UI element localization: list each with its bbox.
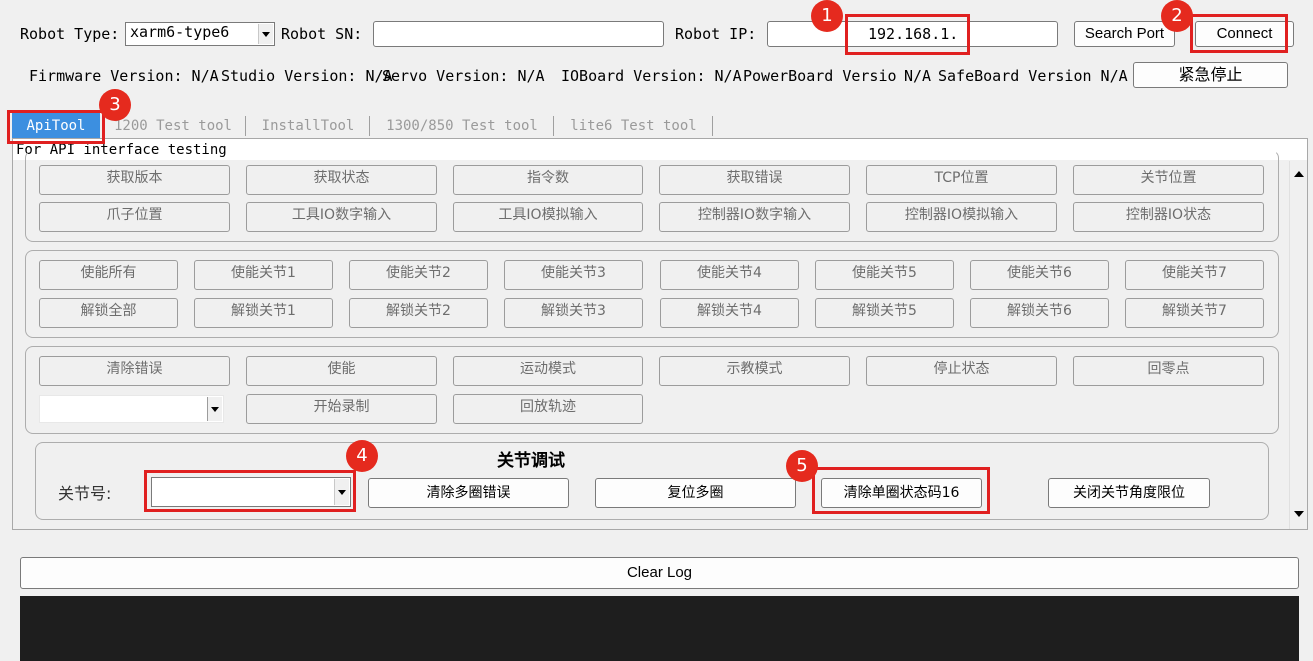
powerboard-version-value: N/A [904,67,932,85]
robot-sn-input[interactable] [373,21,664,47]
search-port-button[interactable]: Search Port [1074,21,1175,47]
gripper-position-button[interactable]: 爪子位置 [39,202,230,232]
enable-joint7-button[interactable]: 使能关节7 [1125,260,1264,290]
ioboard-version: IOBoard Version: N/A [561,67,742,85]
tab-1200-test-tool[interactable]: 1200 Test tool [104,116,242,137]
clear-multi-turn-error-button[interactable]: 清除多圈错误 [368,478,569,508]
controller-io-analog-input-button[interactable]: 控制器IO模拟输入 [866,202,1057,232]
go-home-button[interactable]: 回零点 [1073,356,1264,386]
studio-version: Studio Version: N/A [221,67,393,85]
tcp-position-button[interactable]: TCP位置 [866,165,1057,195]
highlight-box-apitool [7,110,105,144]
firmware-version: Firmware Version: N/A [29,67,219,85]
tab-1300-850-test-tool[interactable]: 1300/850 Test tool [374,116,550,137]
joint-debug-title: 关节调试 [497,451,565,471]
tab-separator [245,116,246,136]
cmd-count-button[interactable]: 指令数 [453,165,643,195]
tab-install-tool[interactable]: InstallTool [250,116,366,137]
unlock-joint7-button[interactable]: 解锁关节7 [1125,298,1264,328]
tool-io-digital-input-button[interactable]: 工具IO数字输入 [246,202,437,232]
unlock-joint1-button[interactable]: 解锁关节1 [194,298,333,328]
highlight-box-joint-select [144,470,356,512]
highlight-box-connect [1190,14,1288,53]
unlock-joint6-button[interactable]: 解锁关节6 [970,298,1109,328]
enable-joint2-button[interactable]: 使能关节2 [349,260,488,290]
enable-joint3-button[interactable]: 使能关节3 [504,260,643,290]
unlock-all-button[interactable]: 解锁全部 [39,298,178,328]
highlight-box-clear-status [812,467,990,514]
step-badge-2: 2 [1161,0,1193,32]
robot-type-select[interactable]: xarm6-type6 [125,22,275,46]
robot-sn-label: Robot SN: [281,25,363,43]
unlock-joint3-button[interactable]: 解锁关节3 [504,298,643,328]
step-badge-5: 5 [786,450,818,482]
enable-joint1-button[interactable]: 使能关节1 [194,260,333,290]
step-badge-4: 4 [346,440,378,472]
tab-separator [712,116,713,136]
controller-io-state-button[interactable]: 控制器IO状态 [1073,202,1264,232]
enable-joint6-button[interactable]: 使能关节6 [970,260,1109,290]
enable-button[interactable]: 使能 [246,356,437,386]
chevron-down-icon[interactable] [258,24,273,44]
get-state-button[interactable]: 获取状态 [246,165,437,195]
highlight-box-ip [845,14,970,55]
unlock-joint4-button[interactable]: 解锁关节4 [660,298,799,328]
emergency-stop-button[interactable]: 紧急停止 [1133,62,1288,88]
step-badge-1: 1 [811,0,843,32]
get-error-button[interactable]: 获取错误 [659,165,850,195]
chevron-down-icon[interactable] [207,397,222,421]
safeboard-version: SafeBoard Version N/A [938,67,1128,85]
robot-type-label: Robot Type: [20,25,120,43]
powerboard-version: PowerBoard Versio [743,67,897,85]
controller-io-digital-input-button[interactable]: 控制器IO数字输入 [659,202,850,232]
start-recording-button[interactable]: 开始录制 [246,394,437,424]
vertical-scrollbar[interactable] [1289,161,1307,529]
teach-mode-button[interactable]: 示教模式 [659,356,850,386]
scroll-down-arrow-icon[interactable] [1294,511,1304,517]
clear-error-button[interactable]: 清除错误 [39,356,230,386]
tab-lite6-test-tool[interactable]: lite6 Test tool [558,116,709,137]
get-version-button[interactable]: 获取版本 [39,165,230,195]
motion-mode-button[interactable]: 运动模式 [453,356,643,386]
log-output[interactable] [20,596,1299,661]
replay-trajectory-button[interactable]: 回放轨迹 [453,394,643,424]
tab-separator [553,116,554,136]
reset-multi-turn-button[interactable]: 复位多圈 [595,478,796,508]
enable-all-button[interactable]: 使能所有 [39,260,178,290]
robot-type-value: xarm6-type6 [130,23,230,41]
joint-position-button[interactable]: 关节位置 [1073,165,1264,195]
disable-joint-angle-limit-button[interactable]: 关闭关节角度限位 [1048,478,1210,508]
tab-separator [369,116,370,136]
mode-select[interactable] [39,395,224,423]
unlock-joint2-button[interactable]: 解锁关节2 [349,298,488,328]
step-badge-3: 3 [99,89,131,121]
tool-io-analog-input-button[interactable]: 工具IO模拟输入 [453,202,643,232]
unlock-joint5-button[interactable]: 解锁关节5 [815,298,954,328]
servo-version: Servo Version: N/A [382,67,545,85]
enable-joint4-button[interactable]: 使能关节4 [660,260,799,290]
robot-ip-label: Robot IP: [675,25,757,43]
clear-log-button[interactable]: Clear Log [20,557,1299,589]
joint-number-label: 关节号: [58,484,112,503]
enable-joint5-button[interactable]: 使能关节5 [815,260,954,290]
scroll-up-arrow-icon[interactable] [1294,171,1304,177]
stop-state-button[interactable]: 停止状态 [866,356,1057,386]
